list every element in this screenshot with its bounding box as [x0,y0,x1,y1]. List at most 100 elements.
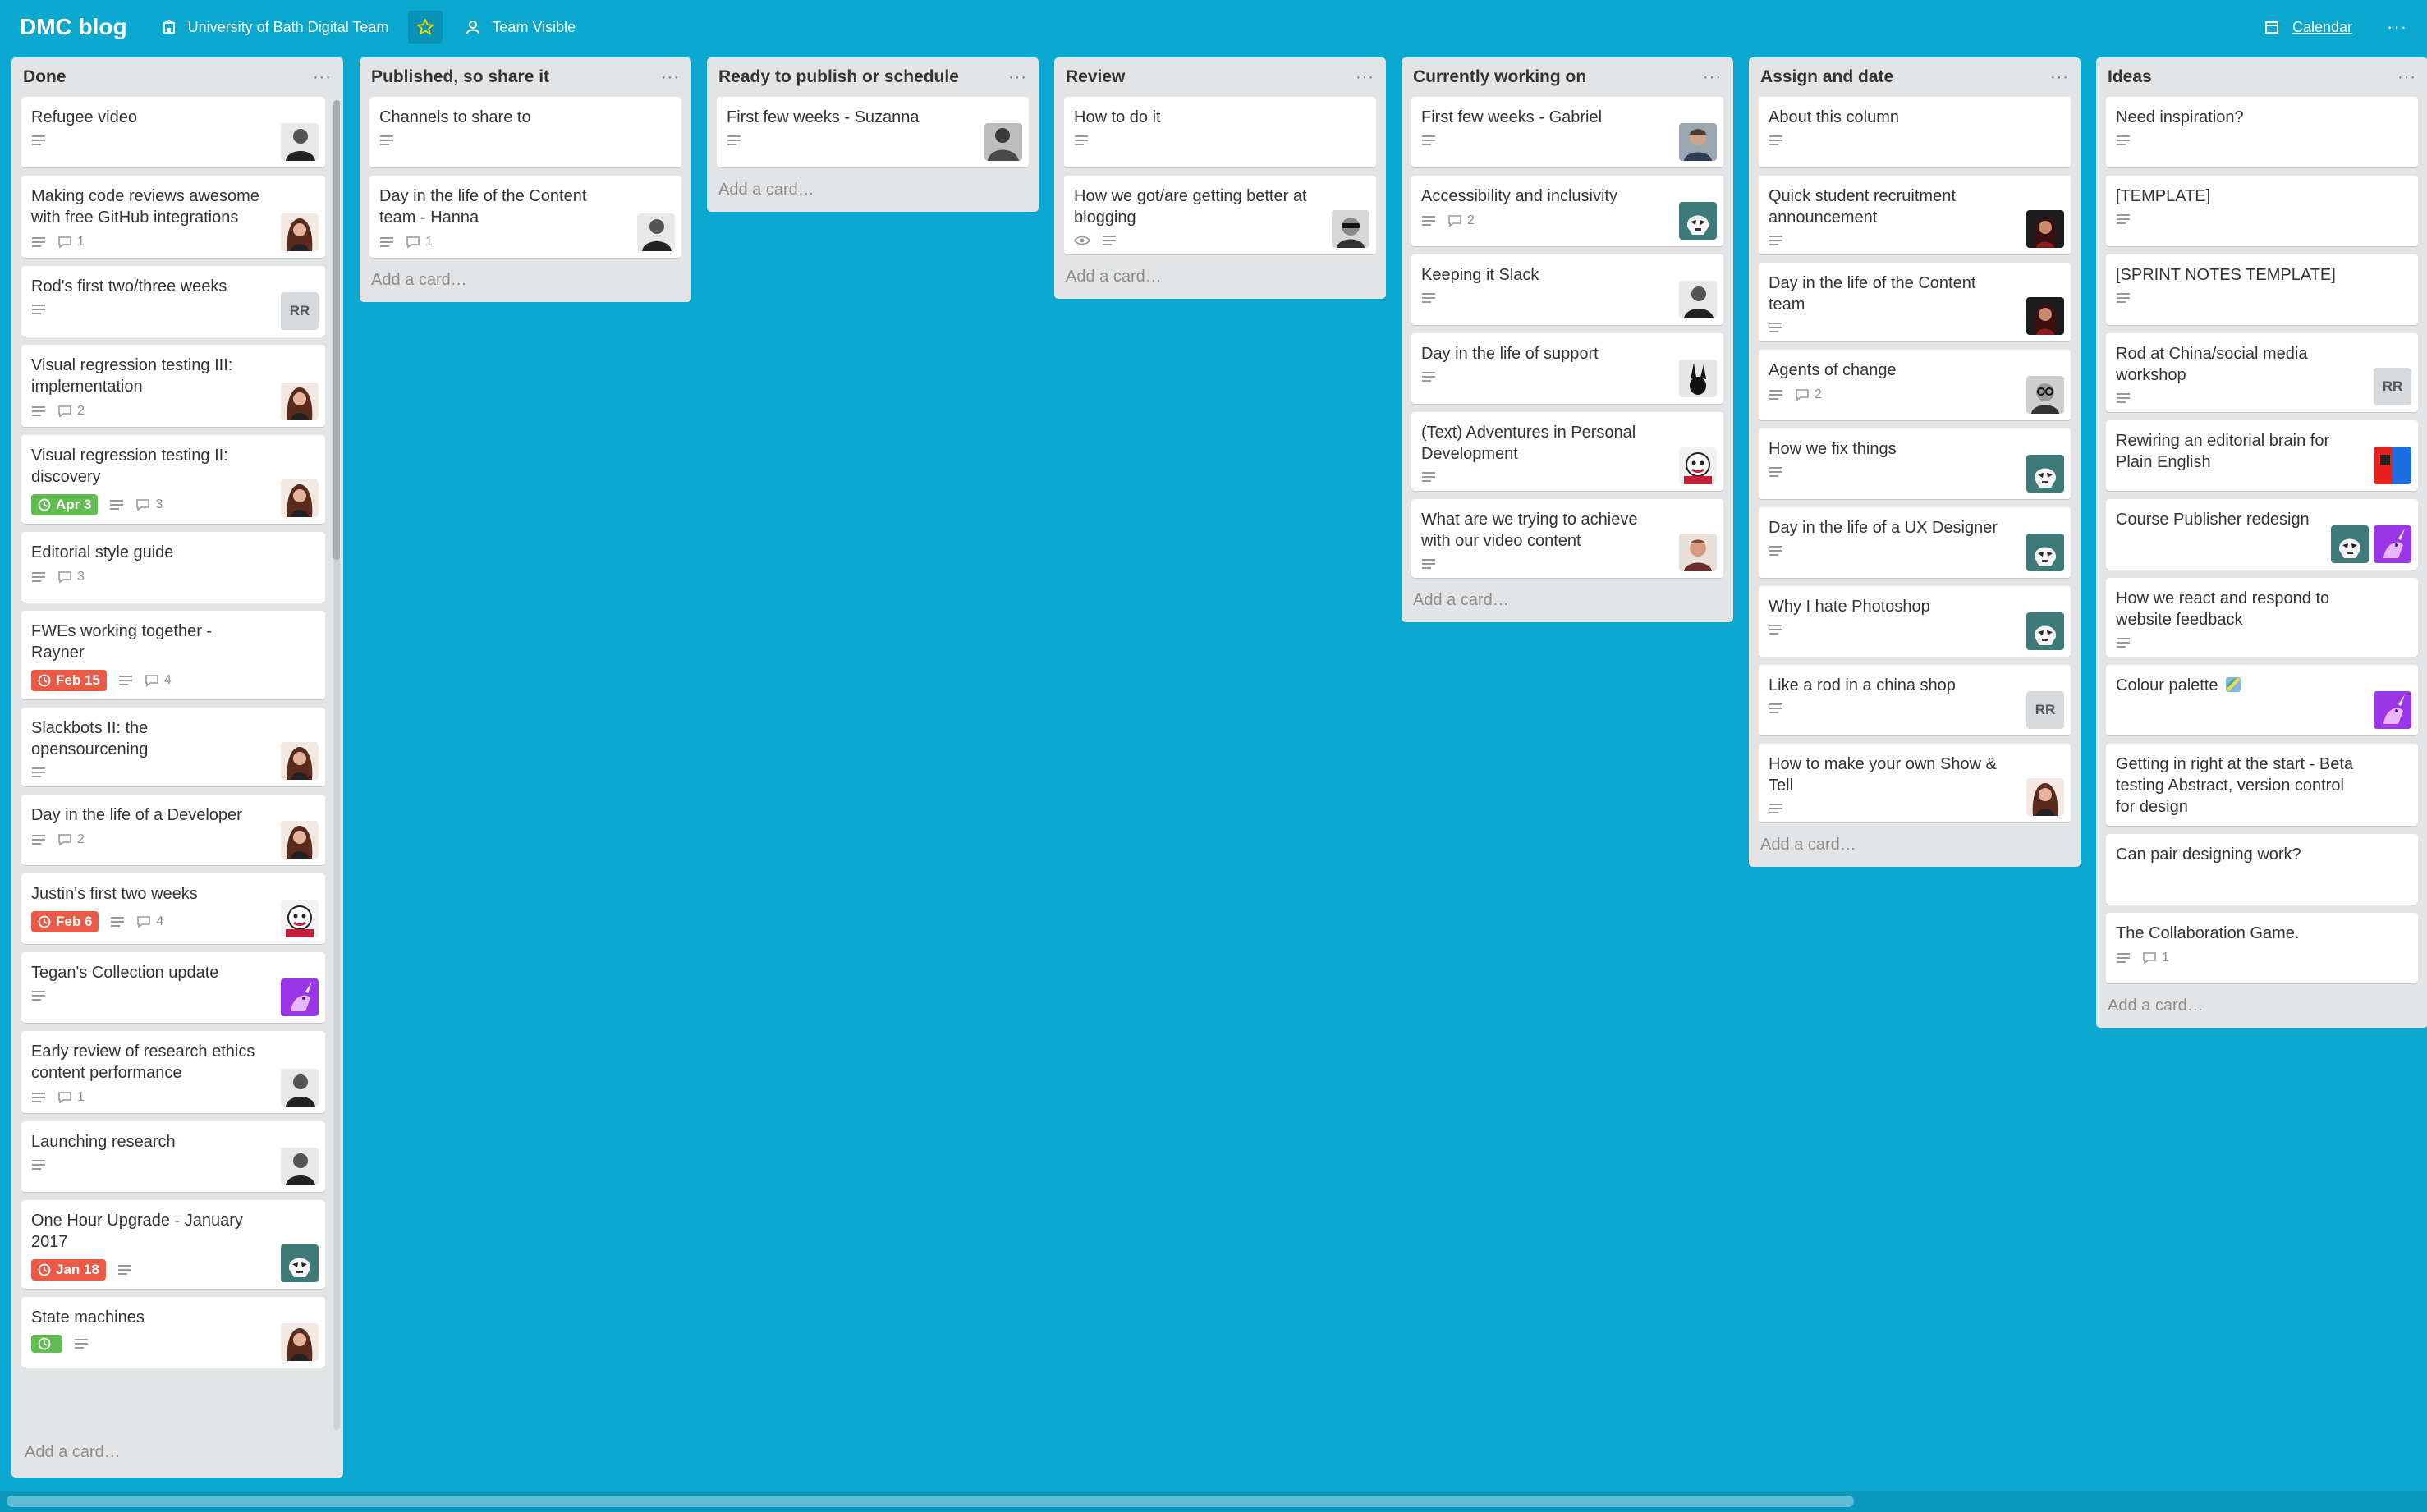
member-avatar[interactable] [2026,778,2064,816]
member-avatar[interactable] [2026,534,2064,571]
card[interactable]: Day in the life of a Developer 2 [21,795,325,865]
list-header[interactable]: Ideas ··· [2106,57,2418,97]
calendar-button[interactable]: Calendar [2264,19,2352,36]
card[interactable]: Day in the life of support [1411,333,1723,404]
board-title[interactable]: DMC blog [20,14,127,40]
add-card-button[interactable]: Add a card… [1759,822,2071,867]
list-menu-button[interactable]: ··· [2397,68,2416,87]
card[interactable]: Visual regression testing III: implement… [21,345,325,427]
member-avatar[interactable] [984,123,1022,161]
card[interactable]: Tegan's Collection update [21,952,325,1023]
show-menu-button[interactable]: ··· [2387,16,2407,38]
card[interactable]: How to do it [1064,97,1376,167]
star-board-button[interactable] [408,11,443,44]
card[interactable]: How to make your own Show & Tell [1759,744,2071,822]
list-title[interactable]: Done [23,67,67,87]
card[interactable]: First few weeks - Suzanna [717,97,1029,167]
list-header[interactable]: Currently working on ··· [1411,57,1723,97]
team-button[interactable]: University of Bath Digital Team [162,19,388,36]
due-date-badge[interactable]: Jan 18 [31,1259,106,1281]
member-avatar[interactable] [1679,534,1717,571]
horizontal-scrollbar-thumb[interactable] [7,1496,1854,1507]
card[interactable]: Refugee video [21,97,325,167]
member-avatar[interactable] [637,213,675,251]
card[interactable]: About this column [1759,97,2071,167]
card[interactable]: Rod at China/social media workshop RR [2106,333,2418,412]
member-initials[interactable]: RR [2374,368,2411,405]
card[interactable]: [SPRINT NOTES TEMPLATE] [2106,254,2418,325]
card[interactable]: How we got/are getting better at bloggin… [1064,176,1376,254]
list-title[interactable]: Review [1066,67,1125,87]
member-avatar[interactable] [281,1323,319,1361]
list-title[interactable]: Published, so share it [371,67,549,87]
member-avatar[interactable] [2026,376,2064,414]
member-avatar[interactable] [1679,447,1717,484]
list-title[interactable]: Ready to publish or schedule [718,67,959,87]
member-avatar[interactable] [281,821,319,859]
list-header[interactable]: Review ··· [1064,57,1376,97]
card[interactable]: How we fix things [1759,428,2071,499]
member-avatar[interactable] [1679,123,1717,161]
card[interactable]: How we react and respond to website feed… [2106,578,2418,657]
list-title[interactable]: Currently working on [1413,67,1586,87]
member-avatar[interactable] [2026,297,2064,335]
list-menu-button[interactable]: ··· [661,68,680,87]
list-header[interactable]: Assign and date ··· [1759,57,2071,97]
due-date-badge[interactable]: Apr 3 [31,494,99,515]
member-avatar[interactable] [281,383,319,420]
card[interactable]: State machines [21,1297,325,1368]
list-menu-button[interactable]: ··· [1703,68,1722,87]
member-avatar[interactable] [281,1148,319,1185]
list-header[interactable]: Ready to publish or schedule ··· [717,57,1029,97]
list-menu-button[interactable]: ··· [313,68,332,87]
member-avatar[interactable] [1679,360,1717,397]
card[interactable]: Accessibility and inclusivity 2 [1411,176,1723,246]
card[interactable]: Why I hate Photoshop [1759,586,2071,657]
member-avatar[interactable] [281,742,319,780]
card[interactable]: Agents of change 2 [1759,350,2071,420]
card[interactable]: Need inspiration? [2106,97,2418,167]
list-menu-button[interactable]: ··· [1356,68,1374,87]
card[interactable]: Channels to share to [369,97,681,167]
card[interactable]: Making code reviews awesome with free Gi… [21,176,325,258]
card[interactable]: Keeping it Slack [1411,254,1723,325]
member-avatar[interactable] [2026,455,2064,493]
card[interactable]: [TEMPLATE] [2106,176,2418,246]
card[interactable]: What are we trying to achieve with our v… [1411,499,1723,578]
member-avatar[interactable] [2026,210,2064,248]
card[interactable]: Course Publisher redesign [2106,499,2418,570]
card[interactable]: First few weeks - Gabriel [1411,97,1723,167]
member-avatar[interactable] [2374,525,2411,563]
visibility-button[interactable]: Team Visible [466,19,576,36]
list-header[interactable]: Published, so share it ··· [369,57,681,97]
card[interactable]: Slackbots II: the opensourcening [21,708,325,786]
list-title[interactable]: Ideas [2108,67,2152,87]
member-initials[interactable]: RR [2026,691,2064,729]
list-menu-button[interactable]: ··· [2050,68,2069,87]
add-card-button[interactable]: Add a card… [1411,578,1723,622]
member-avatar[interactable] [281,1244,319,1282]
member-avatar[interactable] [281,900,319,937]
list-title[interactable]: Assign and date [1760,67,1893,87]
card[interactable]: Can pair designing work? [2106,834,2418,905]
add-card-button[interactable]: Add a card… [717,167,1029,212]
member-avatar[interactable] [281,1069,319,1107]
card[interactable]: Quick student recruitment announcement [1759,176,2071,254]
list-menu-button[interactable]: ··· [1008,68,1027,87]
card[interactable]: (Text) Adventures in Personal Developmen… [1411,412,1723,491]
member-avatar[interactable] [2374,691,2411,729]
card[interactable]: Like a rod in a china shop RR [1759,665,2071,735]
add-card-button[interactable]: Add a card… [369,258,681,302]
due-date-badge[interactable]: Feb 6 [31,911,99,932]
member-avatar[interactable] [281,978,319,1016]
card[interactable]: Getting in right at the start - Beta tes… [2106,744,2418,826]
horizontal-scrollbar[interactable] [0,1491,2427,1512]
card[interactable]: Launching research [21,1121,325,1192]
member-avatar[interactable] [2331,525,2369,563]
add-card-button[interactable]: Add a card… [2106,983,2418,1028]
member-avatar[interactable] [1679,281,1717,318]
add-card-button[interactable]: Add a card… [1064,254,1376,299]
card[interactable]: Colour palette [2106,665,2418,735]
member-initials[interactable]: RR [281,292,319,330]
card[interactable]: Day in the life of the Content team [1759,263,2071,341]
